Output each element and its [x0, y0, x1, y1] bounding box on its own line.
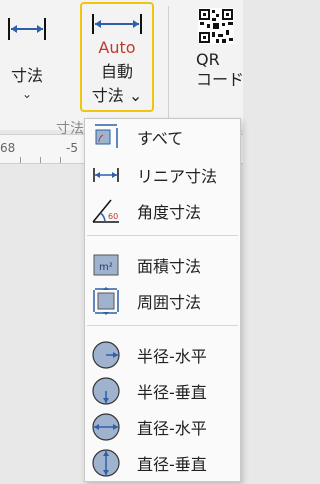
ruler-number: -5 [66, 141, 78, 155]
chevron-down-icon: ⌄ [21, 87, 33, 101]
menu-item-label: 半径-水平 [137, 347, 207, 366]
angle-icon-text: 60 [108, 212, 118, 221]
menu-item-label: 面積寸法 [137, 257, 202, 276]
ruler-number: 68 [0, 141, 16, 155]
auto-dimension-icon [92, 14, 142, 34]
ruler-tick [60, 157, 61, 163]
menu-item-label: 直径-水平 [137, 419, 207, 438]
linear-dimension-icon [8, 18, 46, 40]
menu-item-angle-dimension[interactable]: 60 角度寸法 [85, 193, 240, 229]
qr-code-icon [198, 8, 234, 44]
menu-item-perimeter-dimension[interactable]: 周囲寸法 [85, 283, 240, 319]
ruler-tick [40, 157, 41, 163]
menu-separator [87, 325, 238, 326]
ruler-tick [20, 157, 21, 163]
radius-horizontal-icon [91, 340, 121, 370]
qr-label-line1: QR [196, 50, 220, 69]
linear-dimension-icon [91, 160, 121, 190]
menu-item-label: 周囲寸法 [137, 293, 202, 312]
menu-separator [87, 235, 238, 236]
menu-item-diameter-horizontal[interactable]: 直径-水平 [85, 409, 240, 445]
menu-item-label: すべて [137, 129, 184, 148]
dimension-button[interactable]: 寸法 ⌄ [2, 2, 52, 114]
qr-code-button[interactable]: QR コード [186, 2, 246, 114]
area-dimension-icon: m² [91, 250, 121, 280]
dimension-label: 寸法 [10, 66, 43, 85]
auto-dimension-label-line1: 自動 [100, 62, 133, 81]
perimeter-dimension-icon [91, 286, 121, 316]
menu-item-radius-vertical[interactable]: 半径-垂直 [85, 373, 240, 409]
auto-dimension-button[interactable]: Auto 自動 寸法 ⌄ [80, 2, 154, 112]
auto-dimension-label-line2: 寸法 ⌄ [91, 86, 143, 105]
menu-item-linear-dimension[interactable]: リニア寸法 [85, 157, 240, 193]
ribbon-divider [168, 6, 169, 121]
menu-item-label: 半径-垂直 [137, 383, 207, 402]
menu-item-all[interactable]: すべて [85, 119, 240, 155]
dimension-dropdown-menu: すべて リニア寸法 60 角度寸法 m² 面積寸法 周囲寸法 半径-水平 半径-… [84, 118, 241, 482]
menu-item-label: 角度寸法 [137, 203, 202, 222]
menu-item-label: リニア寸法 [137, 167, 218, 186]
menu-item-label: 直径-垂直 [137, 455, 207, 474]
auto-text: Auto [98, 38, 136, 57]
menu-item-radius-horizontal[interactable]: 半径-水平 [85, 337, 240, 373]
menu-item-area-dimension[interactable]: m² 面積寸法 [85, 247, 240, 283]
qr-label-line2: コード [196, 70, 245, 89]
all-dimensions-icon [91, 122, 121, 152]
ribbon: 寸法 ⌄ Auto 自動 寸法 ⌄ QR コード 寸法 [0, 0, 246, 137]
area-icon-text: m² [99, 262, 113, 273]
angle-dimension-icon: 60 [91, 196, 121, 226]
diameter-vertical-icon [91, 448, 121, 478]
diameter-horizontal-icon [91, 412, 121, 442]
radius-vertical-icon [91, 376, 121, 406]
menu-item-diameter-vertical[interactable]: 直径-垂直 [85, 445, 240, 481]
